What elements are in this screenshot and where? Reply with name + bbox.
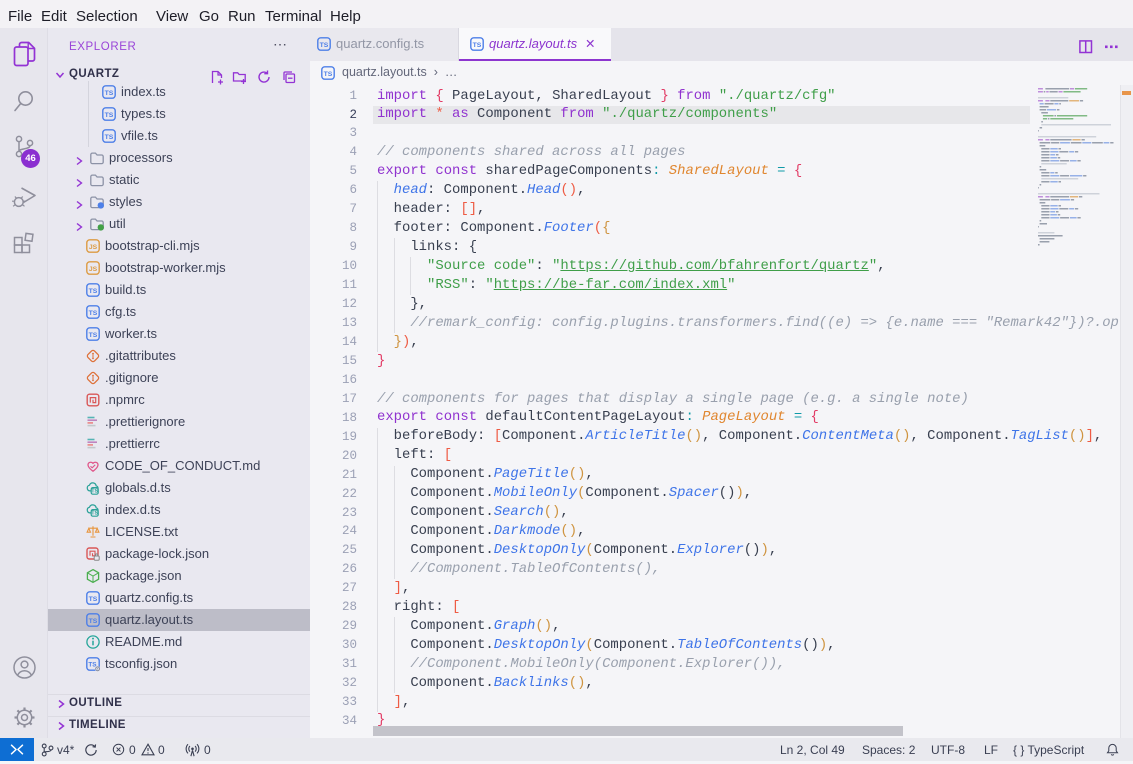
svg-text:TS: TS (91, 489, 98, 495)
svg-text:TS: TS (89, 332, 98, 339)
svg-text:JS: JS (89, 266, 98, 273)
svg-text:TS: TS (320, 42, 329, 49)
svg-text:TS: TS (105, 112, 114, 119)
svg-text:TS: TS (105, 90, 114, 97)
svg-text:TS: TS (473, 42, 482, 49)
svg-text:TS: TS (89, 596, 98, 603)
svg-text:TS: TS (89, 310, 98, 317)
svg-text:TS: TS (105, 134, 114, 141)
svg-text:TS: TS (89, 618, 98, 625)
svg-text:TS: TS (91, 511, 98, 517)
svg-text:JS: JS (89, 244, 98, 251)
svg-text:TS: TS (89, 288, 98, 295)
svg-text:TS: TS (324, 71, 333, 78)
